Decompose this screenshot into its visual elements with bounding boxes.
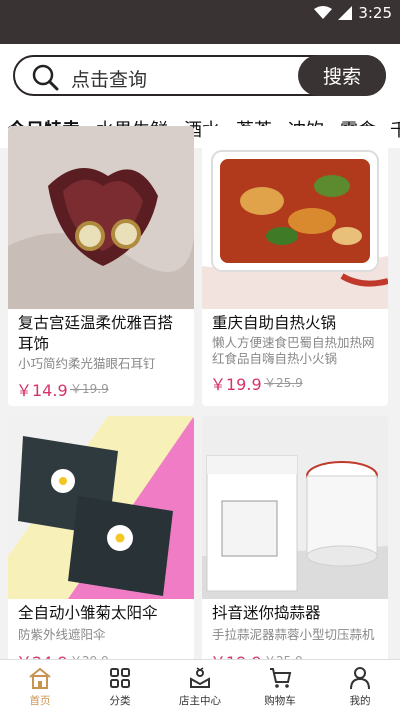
- home-icon: [29, 667, 51, 689]
- product-desc: 防紫外线遮阳伞: [18, 627, 106, 642]
- search-row: 点击查询 搜索: [0, 44, 400, 108]
- product-title: 抖音迷你捣蒜器: [212, 604, 321, 622]
- product-old-price: ￥25.9: [264, 376, 303, 390]
- product-title: 全自动小雏菊太阳伞: [18, 604, 158, 622]
- product-image-umbrella: [8, 416, 194, 599]
- product-title: 重庆自助自热火锅: [212, 314, 337, 332]
- nav-shop-center[interactable]: 店主中心: [160, 660, 240, 710]
- nav-me-label: 我的: [349, 695, 371, 707]
- product-title: 复古宫廷温柔优雅百搭耳饰: [18, 314, 174, 353]
- cart-icon: [270, 668, 292, 688]
- product-image-earrings: [8, 126, 194, 309]
- bottom-nav: 首页 分类 店主中心 购物车 我的: [0, 659, 400, 710]
- product-card[interactable]: 抖音迷你捣蒜器 手拉蒜泥器蒜蓉小型切压蒜机 ￥19.9 ￥25.9: [202, 416, 388, 666]
- status-time: 3:25: [358, 4, 392, 22]
- nav-me[interactable]: 我的: [320, 660, 400, 710]
- status-right: 3:25: [314, 4, 392, 22]
- product-desc: 手拉蒜泥器蒜蓉小型切压蒜机: [212, 627, 375, 642]
- product-desc: 小巧简约柔光猫眼石耳钉: [18, 356, 156, 371]
- nav-category[interactable]: 分类: [80, 660, 160, 710]
- nav-shop-center-label: 店主中心: [179, 695, 221, 707]
- nav-cart-label: 购物车: [264, 695, 296, 707]
- product-card[interactable]: 全自动小雏菊太阳伞 防紫外线遮阳伞 ￥24.9 ￥29.9: [8, 416, 194, 666]
- product-desc: 懒人方便速食巴蜀自热加热网红食品自嗨自热小火锅: [212, 335, 375, 366]
- search-icon: [32, 64, 59, 91]
- search-placeholder: 点击查询: [71, 69, 148, 91]
- product-price: ￥14.9: [16, 381, 68, 400]
- grid-icon: [110, 668, 130, 688]
- product-price: ￥19.9: [210, 375, 262, 394]
- product-image-hotpot: [202, 126, 388, 309]
- product-card[interactable]: 重庆自助自热火锅 懒人方便速食巴蜀自热加热网红食品自嗨自热小火锅 ￥19.9 ￥…: [202, 126, 388, 406]
- nav-home-label: 首页: [29, 695, 51, 707]
- product-image-garlic-chopper: [202, 416, 388, 599]
- signal-icon: [338, 6, 353, 20]
- search-input[interactable]: 点击查询 搜索: [13, 55, 386, 96]
- nav-cart[interactable]: 购物车: [240, 660, 320, 710]
- shop-icon: [190, 667, 210, 688]
- user-icon: [350, 667, 370, 690]
- product-card[interactable]: 复古宫廷温柔优雅百搭耳饰 小巧简约柔光猫眼石耳钉 ￥14.9 ￥19.9: [8, 126, 194, 406]
- status-bar: 3:25: [0, 0, 400, 44]
- tab-more[interactable]: 千: [390, 116, 400, 142]
- search-button[interactable]: 搜索: [298, 55, 386, 96]
- nav-category-label: 分类: [109, 695, 131, 707]
- wifi-icon: [314, 6, 333, 19]
- nav-home[interactable]: 首页: [0, 660, 80, 710]
- product-old-price: ￥19.9: [70, 382, 109, 396]
